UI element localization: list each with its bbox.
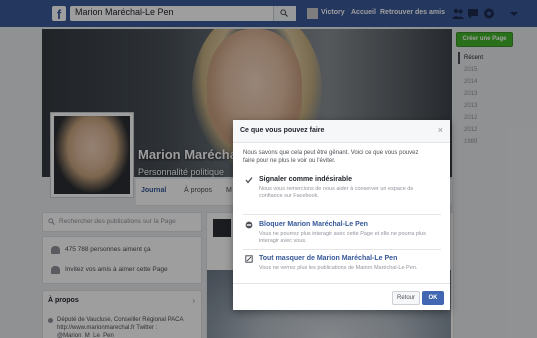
checkmark-icon [245, 177, 253, 184]
dialog-title: Ce que vous pouvez faire [240, 127, 325, 134]
option-title: Bloquer Marion Maréchal-Le Pen [259, 221, 368, 228]
option-title: Tout masquer de Marion Maréchal-Le Pen [259, 255, 398, 262]
option-description: Nous vous remercions de nous aider à con… [259, 186, 414, 199]
option-description: Vous ne verrez plus les publications de … [259, 265, 418, 271]
block-icon [245, 221, 253, 229]
divider [243, 249, 441, 250]
page: f Marion Maréchal-Le Pen Victory Accueil… [0, 0, 537, 338]
divider [243, 214, 441, 215]
report-dialog: Ce que vous pouvez faire × Nous savons q… [233, 120, 450, 310]
option-description: Vous ne pourrez plus interagir avec cett… [259, 231, 426, 244]
dialog-footer: Retour OK [233, 283, 450, 310]
ok-button[interactable]: OK [422, 291, 444, 305]
hide-icon [245, 255, 253, 263]
dialog-intro: Nous savons que cela peut être gênant. V… [243, 150, 419, 164]
close-icon[interactable]: × [438, 125, 443, 135]
back-button[interactable]: Retour [392, 291, 420, 305]
dialog-header: Ce que vous pouvez faire × [233, 120, 450, 143]
option-title: Signaler comme indésirable [259, 176, 352, 183]
